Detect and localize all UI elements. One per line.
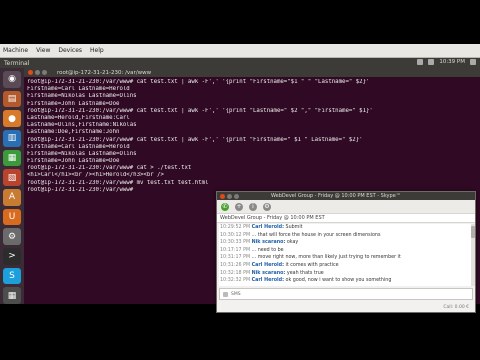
minimize-icon[interactable] bbox=[35, 70, 40, 75]
workspace-icon[interactable]: ▦ bbox=[3, 287, 21, 305]
terminal-line: root@ip-172-31-21-230:/var/www# mv test.… bbox=[27, 179, 209, 186]
chat-message: 10:32:32 PM Carl Herold: ok good, now i … bbox=[219, 277, 471, 285]
message-text: ... that will force the house in your sc… bbox=[251, 232, 381, 238]
info-icon[interactable]: i bbox=[249, 202, 257, 211]
terminal-line: root@ip-172-31-21-230:/var/www# cat test… bbox=[27, 107, 373, 114]
sms-icon[interactable] bbox=[223, 291, 228, 297]
terminal-line: root@ip-172-31-21-230:/var/www# cat > ./… bbox=[27, 165, 192, 172]
skype-chat-window[interactable]: WebDevel Group - Friday @ 10:00 PM EST -… bbox=[216, 191, 476, 313]
terminal-line: root@ip-172-31-21-230:/var/www# cat test… bbox=[27, 79, 370, 85]
libreoffice-calc-icon[interactable]: ▦ bbox=[3, 149, 21, 167]
message-text: it comes with practice bbox=[285, 262, 339, 268]
chat-history[interactable]: 10:29:52 PM Carl Herold: Submit 10:30:12 … bbox=[219, 224, 471, 286]
clock[interactable]: 10:39 PM bbox=[439, 59, 465, 65]
chat-message: 10:30:33 PM Nik scarano: okay bbox=[219, 239, 471, 247]
terminal-line: Firstname=Carl Lastname=Herold bbox=[27, 86, 130, 93]
message-author[interactable]: Carl Herold: bbox=[252, 225, 284, 230]
terminal-title: root@ip-172-31-21-230: /var/www bbox=[57, 69, 152, 76]
terminal-line: <h1>Carl</h1><br /><h1>Herold</h3><br /> bbox=[27, 172, 164, 179]
message-time: 10:31:26 PM bbox=[220, 262, 251, 268]
vm-menubar: Machine View Devices Help bbox=[0, 44, 480, 58]
message-text: ... need to be bbox=[251, 247, 284, 253]
message-time: 10:32:18 PM bbox=[220, 270, 251, 276]
conversation-topic: WebDevel Group - Friday @ 10:00 PM EST bbox=[220, 215, 325, 221]
message-author[interactable]: Nik scarano: bbox=[252, 240, 286, 245]
menu-machine[interactable]: Machine bbox=[3, 47, 28, 54]
launcher: ◉ ▤ ● ▥ ▦ ▧ A U ⚙ > S ▦ bbox=[0, 68, 24, 305]
chat-message: 10:29:52 PM Carl Herold: Submit bbox=[219, 224, 471, 232]
message-text: ... move right now, more than likely jus… bbox=[251, 255, 401, 261]
message-time: 10:31:17 PM bbox=[220, 255, 251, 261]
scrollbar-thumb[interactable] bbox=[471, 226, 475, 238]
settings-icon[interactable]: ⚙ bbox=[3, 228, 21, 246]
message-text: okay bbox=[286, 240, 299, 246]
skype-toolbar: ✆ + i ⚙ bbox=[217, 200, 475, 214]
message-time: 10:30:33 PM bbox=[220, 240, 251, 246]
active-app-title: Terminal bbox=[4, 59, 30, 67]
message-author[interactable]: Carl Herold: bbox=[252, 278, 284, 283]
chat-message: 10:17:17 PM ... need to be bbox=[219, 247, 471, 255]
message-text: ok good, now i want to show you somethin… bbox=[285, 278, 392, 284]
call-icon[interactable]: ✆ bbox=[221, 202, 229, 211]
chat-message: 10:32:18 PM Nik scarano: yeah thats true bbox=[219, 270, 471, 278]
terminal-line: Firstname=John Lastname=Doe bbox=[27, 100, 120, 107]
terminal-icon[interactable]: > bbox=[3, 248, 21, 265]
skype-title: WebDevel Group - Friday @ 10:00 PM EST -… bbox=[271, 193, 401, 199]
skype-icon[interactable]: S bbox=[3, 267, 21, 285]
message-text: yeah thats true bbox=[286, 270, 324, 276]
terminal-line: Firstname=Nikolas Lastname=Olins bbox=[27, 150, 137, 157]
volume-icon[interactable] bbox=[428, 59, 435, 65]
files-icon[interactable]: ▤ bbox=[3, 90, 21, 108]
message-text: Submit bbox=[285, 225, 303, 230]
terminal-titlebar[interactable]: root@ip-172-31-21-230: /var/www bbox=[24, 68, 480, 77]
menu-view[interactable]: View bbox=[36, 47, 50, 54]
menu-devices[interactable]: Devices bbox=[58, 47, 82, 54]
message-time: 10:29:52 PM bbox=[220, 225, 251, 230]
conversation-header: WebDevel Group - Friday @ 10:00 PM EST bbox=[217, 214, 475, 223]
terminal-line: Lastname:Doe,Firstname:John bbox=[27, 129, 120, 136]
message-author[interactable]: Nik scarano: bbox=[252, 271, 286, 276]
terminal-line: Firstname=Nikolas Lastname=Olins bbox=[27, 93, 137, 100]
chat-message: 10:31:26 PM Carl Herold: it comes with p… bbox=[219, 262, 471, 270]
message-time: 10:17:17 PM bbox=[220, 247, 251, 253]
terminal-line: Firstname=John Lastname=Doe bbox=[27, 158, 120, 165]
terminal-line: Lastname=Olins,Firstname:Nikolas bbox=[27, 122, 137, 129]
maximize-icon[interactable] bbox=[234, 193, 239, 199]
libreoffice-writer-icon[interactable]: ▥ bbox=[3, 130, 21, 147]
menu-help[interactable]: Help bbox=[90, 47, 104, 54]
terminal-line: Lastname=Herold,Firstname:Carl bbox=[27, 114, 130, 121]
message-input[interactable]: SMS bbox=[219, 288, 473, 300]
chat-message: 10:30:12 PM ... that will force the hous… bbox=[219, 232, 471, 240]
message-author[interactable]: Carl Herold: bbox=[252, 263, 284, 268]
close-icon[interactable] bbox=[220, 193, 225, 199]
top-panel: Terminal 10:39 PM bbox=[0, 58, 480, 68]
skype-statusbar: Call: 0.00 € bbox=[219, 302, 473, 312]
terminal-line: Firstname=Carl Lastname=Herold bbox=[27, 143, 130, 150]
maximize-icon[interactable] bbox=[42, 70, 47, 75]
message-time: 10:32:32 PM bbox=[220, 278, 251, 284]
firefox-icon[interactable]: ● bbox=[3, 110, 21, 128]
terminal-output[interactable]: root@ip-172-31-21-230:/var/www# cat test… bbox=[24, 77, 480, 194]
network-icon[interactable] bbox=[417, 59, 424, 65]
sms-label: SMS bbox=[231, 291, 241, 297]
chat-message: 10:31:17 PM ... move right now, more tha… bbox=[219, 254, 471, 262]
letterbox-bottom bbox=[0, 315, 480, 360]
message-time: 10:30:12 PM bbox=[220, 232, 251, 238]
terminal-line: root@ip-172-31-21-230:/var/www# cat test… bbox=[27, 136, 363, 143]
software-center-icon[interactable]: A bbox=[3, 189, 21, 206]
dash-icon[interactable]: ◉ bbox=[3, 71, 21, 88]
letterbox-top bbox=[0, 0, 480, 44]
chat-scrollbar[interactable] bbox=[471, 224, 475, 286]
ubuntu-one-icon[interactable]: U bbox=[3, 208, 21, 226]
settings-icon[interactable]: ⚙ bbox=[263, 202, 271, 211]
minimize-icon[interactable] bbox=[227, 193, 232, 199]
add-people-icon[interactable]: + bbox=[235, 202, 243, 211]
system-tray: 10:39 PM bbox=[417, 59, 476, 65]
power-icon[interactable] bbox=[470, 59, 476, 65]
skype-titlebar[interactable]: WebDevel Group - Friday @ 10:00 PM EST -… bbox=[217, 192, 475, 200]
libreoffice-impress-icon[interactable]: ▧ bbox=[3, 169, 21, 187]
close-icon[interactable] bbox=[28, 70, 33, 75]
call-credit: Call: 0.00 € bbox=[443, 304, 469, 310]
